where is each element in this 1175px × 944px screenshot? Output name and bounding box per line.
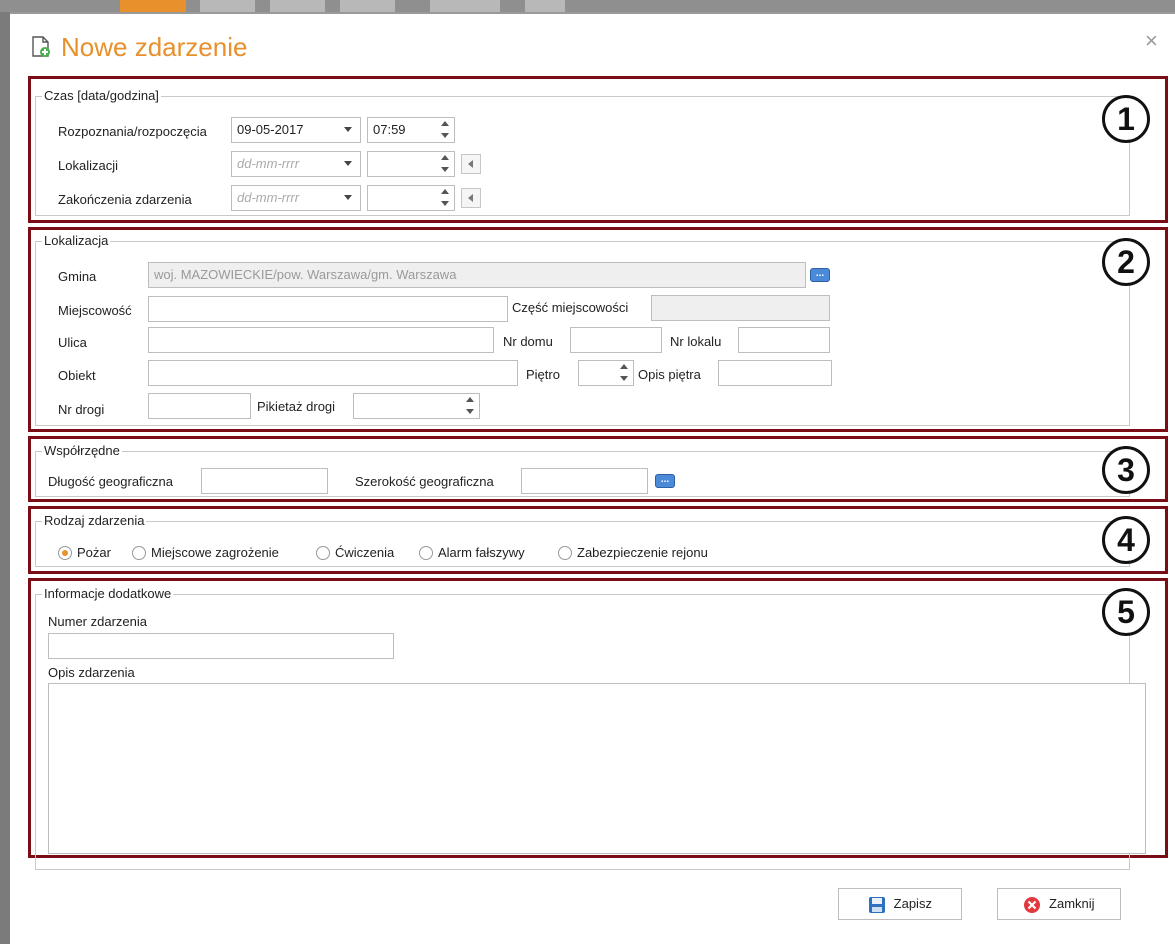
coordinates-groupbox-legend: Współrzędne bbox=[42, 443, 122, 459]
pietro-label: Piętro bbox=[526, 367, 560, 382]
spinner-arrows-icon[interactable] bbox=[620, 364, 628, 382]
chevron-down-icon[interactable] bbox=[344, 127, 352, 132]
close-icon[interactable]: × bbox=[1145, 28, 1158, 54]
opis-pietra-label: Opis piętra bbox=[638, 367, 701, 382]
pick-coordinates-button[interactable]: ... bbox=[655, 474, 675, 488]
pikietaz-spinner[interactable] bbox=[353, 393, 480, 419]
longitude-field[interactable] bbox=[201, 468, 328, 494]
background-tab bbox=[430, 0, 500, 12]
annotation-number-4: 4 bbox=[1102, 516, 1150, 564]
gmina-field[interactable]: woj. MAZOWIECKIE/pow. Warszawa/gm. Warsz… bbox=[148, 262, 806, 288]
ulica-field[interactable] bbox=[148, 327, 494, 353]
time-groupbox: Czas [data/godzina] bbox=[35, 88, 1130, 216]
nr-lokalu-field[interactable] bbox=[738, 327, 830, 353]
arrow-left-icon bbox=[468, 160, 473, 168]
close-button-label: Zamknij bbox=[1049, 896, 1095, 911]
location-time-label: Lokalizacji bbox=[58, 158, 118, 173]
background-tab bbox=[270, 0, 325, 12]
czesc-miejscowosci-label: Część miejscowości bbox=[512, 300, 629, 315]
pietro-spinner[interactable] bbox=[578, 360, 634, 386]
radio-zabezpieczenie-rejonu[interactable] bbox=[558, 546, 572, 560]
nr-domu-field[interactable] bbox=[570, 327, 662, 353]
radio-miejscowe-zagrozenie-label[interactable]: Miejscowe zagrożenie bbox=[151, 545, 279, 561]
browse-gmina-button[interactable]: ... bbox=[810, 268, 830, 282]
event-description-label: Opis zdarzenia bbox=[48, 665, 135, 680]
opis-pietra-field[interactable] bbox=[718, 360, 832, 386]
event-type-groupbox-legend: Rodzaj zdarzenia bbox=[42, 513, 147, 529]
latitude-label: Szerokość geograficzna bbox=[355, 474, 494, 489]
set-now-button[interactable] bbox=[461, 154, 481, 174]
event-description-textarea[interactable] bbox=[48, 683, 1146, 854]
location-groupbox-legend: Lokalizacja bbox=[42, 233, 111, 249]
radio-miejscowe-zagrozenie[interactable] bbox=[132, 546, 146, 560]
annotation-number-1: 1 bbox=[1102, 95, 1150, 143]
save-button[interactable]: Zapisz bbox=[838, 888, 962, 920]
annotation-number-5: 5 bbox=[1102, 588, 1150, 636]
czesc-miejscowosci-field[interactable] bbox=[651, 295, 830, 321]
spinner-arrows-icon[interactable] bbox=[441, 155, 449, 173]
location-date-placeholder: dd-mm-rrrr bbox=[237, 156, 300, 171]
radio-cwiczenia[interactable] bbox=[316, 546, 330, 560]
background-tab bbox=[200, 0, 255, 12]
nr-lokalu-label: Nr lokalu bbox=[670, 334, 722, 349]
gmina-label: Gmina bbox=[58, 269, 97, 284]
latitude-field[interactable] bbox=[521, 468, 648, 494]
start-time-value: 07:59 bbox=[373, 122, 406, 137]
chevron-down-icon[interactable] bbox=[344, 195, 352, 200]
annotation-number-3: 3 bbox=[1102, 446, 1150, 494]
dialog-title: Nowe zdarzenie bbox=[61, 32, 248, 62]
radio-pozar-label[interactable]: Pożar bbox=[77, 545, 111, 561]
ulica-label: Ulica bbox=[58, 335, 87, 350]
miejscowosc-label: Miejscowość bbox=[58, 303, 132, 318]
start-time-label: Rozpoznania/rozpoczęcia bbox=[58, 124, 207, 139]
event-number-field[interactable] bbox=[48, 633, 394, 659]
radio-alarm-falszywy-label[interactable]: Alarm fałszywy bbox=[438, 545, 525, 561]
spinner-arrows-icon[interactable] bbox=[466, 397, 474, 415]
obiekt-label: Obiekt bbox=[58, 368, 96, 383]
location-date-picker[interactable]: dd-mm-rrrr bbox=[231, 151, 361, 177]
background-app-tabs bbox=[0, 0, 1175, 12]
save-button-label: Zapisz bbox=[893, 896, 932, 911]
background-app-edge bbox=[0, 12, 10, 944]
radio-pozar[interactable] bbox=[58, 546, 72, 560]
miejscowosc-field[interactable] bbox=[148, 296, 508, 322]
annotation-number-2: 2 bbox=[1102, 238, 1150, 286]
chevron-down-icon[interactable] bbox=[344, 161, 352, 166]
start-date-picker[interactable]: 09-05-2017 bbox=[231, 117, 361, 143]
gmina-value: woj. MAZOWIECKIE/pow. Warszawa/gm. Warsz… bbox=[154, 267, 457, 282]
location-time-spinner[interactable] bbox=[367, 151, 455, 177]
set-now-button[interactable] bbox=[461, 188, 481, 208]
end-date-placeholder: dd-mm-rrrr bbox=[237, 190, 300, 205]
event-number-label: Numer zdarzenia bbox=[48, 614, 147, 629]
end-time-spinner[interactable] bbox=[367, 185, 455, 211]
nr-drogi-label: Nr drogi bbox=[58, 402, 105, 417]
nr-drogi-field[interactable] bbox=[148, 393, 251, 419]
radio-zabezpieczenie-rejonu-label[interactable]: Zabezpieczenie rejonu bbox=[577, 545, 708, 561]
end-time-label: Zakończenia zdarzenia bbox=[58, 192, 192, 207]
longitude-label: Długość geograficzna bbox=[48, 474, 174, 489]
active-tab-indicator bbox=[120, 0, 186, 12]
radio-cwiczenia-label[interactable]: Ćwiczenia bbox=[335, 545, 394, 561]
additional-info-groupbox-legend: Informacje dodatkowe bbox=[42, 586, 174, 602]
new-event-dialog: Nowe zdarzenie × Czas [data/godzina] Roz… bbox=[10, 14, 1175, 944]
start-date-value: 09-05-2017 bbox=[237, 122, 304, 137]
start-time-spinner[interactable]: 07:59 bbox=[367, 117, 455, 143]
spinner-arrows-icon[interactable] bbox=[441, 189, 449, 207]
cancel-icon bbox=[1024, 896, 1041, 913]
close-button[interactable]: Zamknij bbox=[997, 888, 1121, 920]
arrow-left-icon bbox=[468, 194, 473, 202]
end-date-picker[interactable]: dd-mm-rrrr bbox=[231, 185, 361, 211]
new-document-icon bbox=[32, 36, 50, 57]
background-tab bbox=[525, 0, 565, 12]
radio-alarm-falszywy[interactable] bbox=[419, 546, 433, 560]
nr-domu-label: Nr domu bbox=[503, 334, 553, 349]
spinner-arrows-icon[interactable] bbox=[441, 121, 449, 139]
floppy-disk-icon bbox=[869, 896, 886, 913]
obiekt-field[interactable] bbox=[148, 360, 518, 386]
background-tab bbox=[340, 0, 395, 12]
time-groupbox-legend: Czas [data/godzina] bbox=[42, 88, 161, 104]
pikietaz-label: Pikietaż drogi bbox=[257, 399, 336, 414]
